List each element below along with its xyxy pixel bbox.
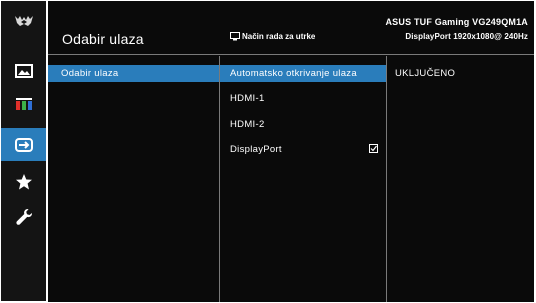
menu-level-2: Automatsko otkrivanje ulaza HDMI-1 HDMI-…	[220, 56, 387, 302]
menu-item-label: HDMI-2	[230, 119, 265, 130]
sidebar-item-logo	[1, 4, 46, 37]
mode-status: Način rada za utrke	[230, 32, 315, 41]
menu-item-hdmi-1[interactable]: HDMI-1	[220, 90, 386, 107]
star-icon	[15, 173, 32, 189]
menu-item-label: Automatsko otkrivanje ulaza	[230, 68, 357, 79]
menu-item-on[interactable]: UKLJUČENO	[387, 65, 534, 82]
menu-level-1: Odabir ulaza	[48, 56, 220, 302]
sidebar-item-favorites[interactable]	[1, 165, 46, 198]
model-name: ASUS TUF Gaming VG249QM1A	[385, 17, 528, 27]
monitor-icon	[230, 32, 240, 41]
menu-item-hdmi-2[interactable]: HDMI-2	[220, 116, 386, 133]
input-select-icon	[14, 137, 33, 152]
sidebar-item-color[interactable]	[1, 87, 46, 120]
sidebar-item-image[interactable]	[1, 54, 46, 87]
menu-item-label: DisplayPort	[230, 144, 282, 155]
osd-panel: Odabir ulaza ASUS TUF Gaming VG249QM1A N…	[48, 1, 534, 302]
tuf-logo-icon	[14, 15, 33, 26]
sidebar	[1, 1, 46, 301]
osd-header: Odabir ulaza ASUS TUF Gaming VG249QM1A N…	[48, 1, 534, 55]
menu-item-label: Odabir ulaza	[61, 68, 119, 79]
menu-item-label: UKLJUČENO	[395, 68, 456, 79]
menu-item-displayport[interactable]: DisplayPort	[220, 141, 386, 158]
checkbox-checked-icon	[369, 144, 378, 153]
image-icon	[14, 63, 33, 78]
sidebar-item-system-setup[interactable]	[1, 200, 46, 233]
osd-menu: Odabir ulaza ASUS TUF Gaming VG249QM1A N…	[0, 0, 536, 303]
color-icon	[15, 97, 32, 110]
page-title: Odabir ulaza	[62, 31, 144, 47]
menu-item-auto-input-detection[interactable]: Automatsko otkrivanje ulaza	[220, 65, 386, 82]
menu-item-input-select[interactable]: Odabir ulaza	[48, 65, 219, 82]
mode-text: Način rada za utrke	[242, 32, 316, 41]
menu-level-3: UKLJUČENO	[387, 56, 534, 302]
source-info: DisplayPort 1920x1080@ 240Hz	[405, 32, 528, 41]
sidebar-item-input-select[interactable]	[1, 128, 46, 161]
menu-item-label: HDMI-1	[230, 93, 265, 104]
wrench-icon	[15, 208, 32, 225]
